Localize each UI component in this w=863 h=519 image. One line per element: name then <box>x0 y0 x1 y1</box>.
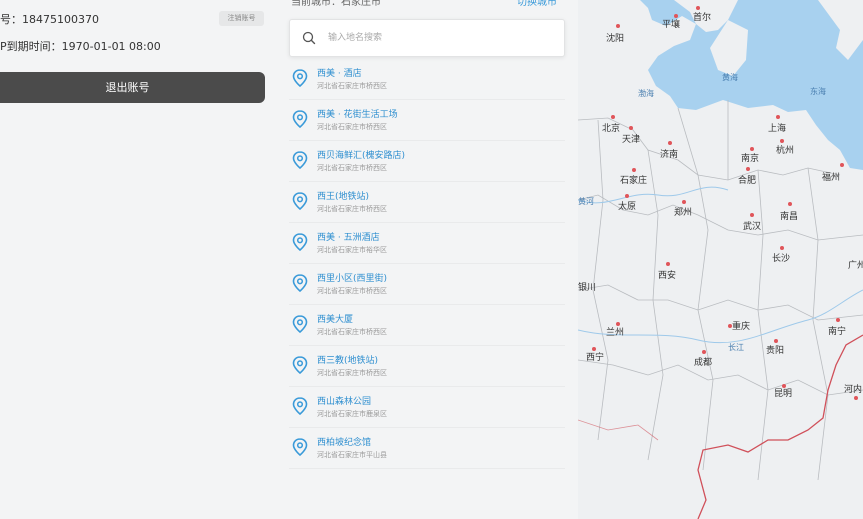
location-pin-icon <box>292 397 308 415</box>
poi-result-item[interactable]: 西里小区(西里街) 河北省石家庄市桥西区 <box>289 264 565 305</box>
map-city-label: 首尔 <box>693 13 712 23</box>
map-city-label: 南宁 <box>828 327 847 337</box>
map-city-label: 太原 <box>618 202 637 212</box>
location-pin-icon <box>292 69 308 87</box>
map-sea-label: 黄海 <box>722 73 738 82</box>
map-view[interactable]: 平壤 首尔 沈阳 北京 天津 济南 上海 南京 杭州 石家庄 合肥 太原 郑州 … <box>578 0 863 519</box>
poi-address: 河北省石家庄市桥西区 <box>317 123 387 131</box>
cancel-account-button[interactable]: 注销账号 <box>219 11 264 26</box>
poi-address: 河北省石家庄市桥西区 <box>317 205 387 213</box>
poi-name: 西柏坡纪念馆 <box>317 438 372 448</box>
map-base-layer <box>578 0 863 519</box>
map-city-label: 平壤 <box>662 20 681 30</box>
poi-result-item[interactable]: 西美大厦 河北省石家庄市桥西区 <box>289 305 565 346</box>
poi-result-list: 西美 · 酒店 河北省石家庄市桥西区 西美 · 花街生活工场 河北省石家庄市桥西… <box>289 59 565 469</box>
map-city-label: 天津 <box>622 135 641 145</box>
map-city-label: 广州 <box>848 261 863 271</box>
map-city-label: 合肥 <box>738 176 757 186</box>
account-panel: 号：18475100370 注销账号 P到期时间：1970-01-01 08:0… <box>0 0 280 519</box>
map-city-label: 贵阳 <box>766 346 785 356</box>
map-city-label: 福州 <box>822 173 841 183</box>
map-city-label: 河内 <box>844 385 863 395</box>
map-sea-label: 渤海 <box>638 89 654 98</box>
poi-address: 河北省石家庄市桥西区 <box>317 328 387 336</box>
logout-button[interactable]: 退出账号 <box>0 72 265 103</box>
poi-result-item[interactable]: 西美 · 酒店 河北省石家庄市桥西区 <box>289 59 565 100</box>
map-city-label: 兰州 <box>606 328 625 338</box>
map-city-label: 上海 <box>768 124 787 134</box>
map-city-label: 长沙 <box>772 254 791 264</box>
poi-name: 西美大厦 <box>317 315 354 325</box>
map-city-label: 昆明 <box>774 389 793 399</box>
poi-result-item[interactable]: 西美 · 五洲酒店 河北省石家庄市裕华区 <box>289 223 565 264</box>
map-city-label: 南京 <box>741 154 760 164</box>
poi-result-item[interactable]: 西三教(地铁站) 河北省石家庄市桥西区 <box>289 346 565 387</box>
location-pin-icon <box>292 192 308 210</box>
search-input[interactable] <box>328 29 548 47</box>
poi-address: 河北省石家庄市桥西区 <box>317 164 387 172</box>
search-box[interactable] <box>289 19 565 57</box>
poi-address: 河北省石家庄市桥西区 <box>317 287 387 295</box>
poi-address: 河北省石家庄市桥西区 <box>317 369 387 377</box>
poi-result-item[interactable]: 西美 · 花街生活工场 河北省石家庄市桥西区 <box>289 100 565 141</box>
vip-expiry: P到期时间：1970-01-01 08:00 <box>0 40 161 53</box>
map-city-label: 杭州 <box>776 146 795 156</box>
location-pin-icon <box>292 274 308 292</box>
location-pin-icon <box>292 315 308 333</box>
poi-result-item[interactable]: 西贝海鲜汇(槐安路店) 河北省石家庄市桥西区 <box>289 141 565 182</box>
map-city-label: 银川 <box>578 283 597 293</box>
poi-result-item[interactable]: 西王(地铁站) 河北省石家庄市桥西区 <box>289 182 565 223</box>
poi-name: 西里小区(西里街) <box>317 274 388 284</box>
poi-name: 西美 · 酒店 <box>317 69 362 79</box>
poi-name: 西山森林公园 <box>317 397 372 407</box>
poi-name: 西王(地铁站) <box>317 192 370 202</box>
map-city-label: 北京 <box>602 124 621 134</box>
poi-name: 西美 · 五洲酒店 <box>317 233 380 243</box>
account-phone: 号：18475100370 <box>0 13 99 26</box>
location-pin-icon <box>292 356 308 374</box>
map-sea-label: 东海 <box>810 87 826 96</box>
map-city-label: 西安 <box>658 271 677 281</box>
location-pin-icon <box>292 233 308 251</box>
current-city-label: 当前城市：石家庄市 <box>291 0 381 8</box>
location-pin-icon <box>292 438 308 456</box>
map-sea-label: 黄河 <box>578 197 594 206</box>
map-city-label: 济南 <box>660 150 679 160</box>
search-icon <box>302 31 316 45</box>
map-city-label: 武汉 <box>743 222 762 232</box>
map-city-label: 西宁 <box>586 353 605 363</box>
poi-address: 河北省石家庄市平山县 <box>317 451 387 459</box>
poi-address: 河北省石家庄市裕华区 <box>317 246 387 254</box>
location-pin-icon <box>292 151 308 169</box>
poi-address: 河北省石家庄市鹿泉区 <box>317 410 387 418</box>
switch-city-link[interactable]: 切换城市 <box>517 0 557 8</box>
map-city-label: 成都 <box>694 358 713 368</box>
map-city-label: 沈阳 <box>606 34 625 44</box>
poi-result-item[interactable]: 西山森林公园 河北省石家庄市鹿泉区 <box>289 387 565 428</box>
poi-result-item[interactable]: 西柏坡纪念馆 河北省石家庄市平山县 <box>289 428 565 469</box>
location-pin-icon <box>292 110 308 128</box>
map-city-label: 重庆 <box>732 322 751 332</box>
poi-name: 西美 · 花街生活工场 <box>317 110 398 120</box>
map-city-label: 郑州 <box>674 208 693 218</box>
search-panel: 当前城市：石家庄市 切换城市 西美 · 酒店 河北省石家庄市桥西区 西美 · 花… <box>281 0 577 519</box>
map-sea-label: 长江 <box>728 343 744 352</box>
poi-name: 西贝海鲜汇(槐安路店) <box>317 151 406 161</box>
poi-address: 河北省石家庄市桥西区 <box>317 82 387 90</box>
map-city-label: 石家庄 <box>620 176 648 186</box>
poi-name: 西三教(地铁站) <box>317 356 379 366</box>
map-city-label: 南昌 <box>780 212 799 222</box>
